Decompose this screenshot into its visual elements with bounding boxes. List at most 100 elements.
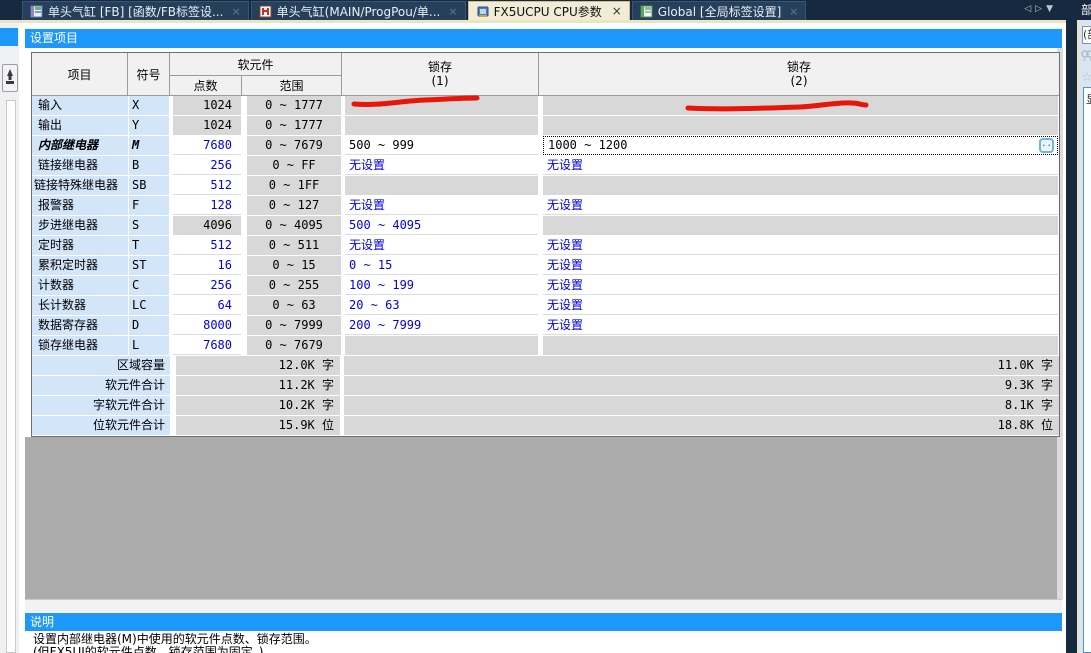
points-cell[interactable]: 128 [173,196,241,215]
latch1-cell[interactable]: 0 ~ 15 [345,256,538,275]
row-label: 数据寄存器 [32,316,128,335]
range-cell: 0 ~ 7999 [247,316,341,335]
row-label: 链接特殊继电器 [32,176,128,195]
settings-title-text: 设置项目 [30,31,78,45]
global-label-icon [640,5,654,18]
latch2-cell [543,336,1058,355]
tab-label: FX5UCPU CPU参数 [494,3,602,20]
points-cell: 4096 [173,216,241,235]
row-label: 锁存继电器 [32,336,128,355]
row-symbol: C [128,276,169,295]
latch-total: 11.0K 字 [344,356,1059,375]
tab-scroll-controls[interactable]: ◁▷▼ [1024,4,1057,14]
find-icon[interactable] [1081,49,1091,65]
latch1-cell[interactable]: 100 ~ 199 [345,276,538,295]
tab-label: Global [全局标签设置] [658,3,781,20]
points-cell[interactable]: 512 [173,236,241,255]
points-cell[interactable]: 7680 [173,336,241,355]
device-latch-table: 项目 符号 软元件 点数 范围 锁存 (1) 锁存 (2) 输入 X 1024 … [31,52,1060,437]
latch1-cell [345,336,538,355]
row-label: 输入 [32,96,128,115]
header-device: 软元件 点数 范围 [170,53,342,95]
table-row: 输出 Y 1024 0 ~ 1777 [32,116,1059,136]
tab-close-icon[interactable]: × [231,5,240,18]
latch1-cell[interactable]: 500 ~ 4095 [345,216,538,235]
row-label: 输出 [32,116,128,135]
row-symbol: Y [128,116,169,135]
points-cell: 1024 [173,96,241,115]
latch2-cell[interactable]: 无设置 [543,276,1058,295]
display-target-panel: 显 [1083,87,1091,653]
latch1-cell[interactable]: 无设置 [345,156,538,175]
latch2-cell[interactable]: 无设置 [543,256,1058,275]
tab-scroll-left-icon: ◁ [1024,4,1035,14]
left-panel-splitter[interactable] [6,100,16,653]
row-symbol: X [128,96,169,115]
tab-close-icon[interactable]: × [448,5,457,18]
row-label: 步进继电器 [32,216,128,235]
points-cell[interactable]: 256 [173,156,241,175]
row-symbol: SB [128,176,169,195]
points-cell[interactable]: 7680 [173,136,241,155]
latch1-cell[interactable]: 无设置 [345,236,538,255]
stamp-tool-button[interactable] [2,64,18,92]
tab-scroll-right-icon: ▷ [1035,4,1046,14]
table-row: 定时器 T 512 0 ~ 511 无设置 无设置 [32,236,1059,256]
favorites-star-icon[interactable]: ☆ [1081,70,1091,85]
element-selection-title: 部 [1079,0,1091,20]
points-cell: 1024 [173,116,241,135]
latch1-cell[interactable]: 20 ~ 63 [345,296,538,315]
table-row: 累积定时器 ST 16 0 ~ 15 0 ~ 15 无设置 [32,256,1059,276]
tab-cpu-parameter[interactable]: FX5UCPU CPU参数 × [468,1,630,20]
tab-close-icon[interactable]: × [789,5,798,18]
points-cell[interactable]: 256 [173,276,241,295]
header-points: 点数 [170,76,242,95]
latch2-cell[interactable]: 无设置 [543,316,1058,335]
table-row: 步进继电器 S 4096 0 ~ 4095 500 ~ 4095 [32,216,1059,236]
latch1-cell[interactable]: 无设置 [345,196,538,215]
row-symbol: F [128,196,169,215]
tab-fb-label-settings[interactable]: 单头气缸 [FB] [函数/FB标签设... × [22,1,249,20]
stamp-icon [5,68,15,89]
tab-global-label[interactable]: Global [全局标签设置] × [632,1,807,20]
range-cell: 0 ~ 127 [247,196,341,215]
horizontal-scrollbar[interactable] [25,599,1062,612]
tab-program-main[interactable]: 单头气缸(MAIN/ProgPou/单... × [251,1,466,20]
range-cell: 0 ~ 1777 [247,116,341,135]
range-cell: 0 ~ 15 [247,256,341,275]
fb-label-icon [30,5,44,18]
element-filter-input[interactable]: (部 [1082,26,1091,44]
table-row: 数据寄存器 D 8000 0 ~ 7999 200 ~ 7999 无设置 [32,316,1059,336]
latch2-cell[interactable]: 无设置 [543,236,1058,255]
points-cell[interactable]: 8000 [173,316,241,335]
summary-row: 字软元件合计 10.2K 字 8.1K 字 [32,396,1059,416]
points-cell[interactable]: 64 [173,296,241,315]
device-total: 11.2K 字 [176,376,340,395]
row-label: 链接继电器 [32,156,128,175]
latch1-cell[interactable]: 500 ~ 999 [345,136,538,155]
row-label: 累积定时器 [32,256,128,275]
header-device-title: 软元件 [170,53,341,76]
ellipsis-edit-button[interactable]: .. [1039,138,1054,153]
latch2-cell[interactable]: 无设置 [543,296,1058,315]
latch2-cell[interactable]: 无设置 [543,156,1058,175]
range-cell: 0 ~ 7679 [247,336,341,355]
tab-close-icon[interactable]: × [612,4,622,18]
row-symbol: T [128,236,169,255]
range-cell: 0 ~ FF [247,156,341,175]
description-title-text: 说明 [30,615,54,629]
table-row-internal-relay: 内部继电器 M 7680 0 ~ 7679 500 ~ 999 1000 ~ 1… [32,136,1059,156]
latch2-cell[interactable]: 无设置 [543,196,1058,215]
points-cell[interactable]: 512 [173,176,241,195]
docked-panel-corner [0,28,18,46]
points-cell[interactable]: 16 [173,256,241,275]
table-row: 链接特殊继电器 SB 512 0 ~ 1FF [32,176,1059,196]
description-section-title: 说明 [25,613,1062,631]
latch2-cell-selected[interactable]: 1000 ~ 1200 .. [543,136,1058,155]
latch1-cell[interactable]: 200 ~ 7999 [345,316,538,335]
row-label: 长计数器 [32,296,128,315]
latch-total: 18.8K 位 [344,416,1059,435]
range-cell: 0 ~ 7679 [247,136,341,155]
tab-label: 单头气缸(MAIN/ProgPou/单... [277,3,441,20]
summary-row: 区域容量 12.0K 字 11.0K 字 [32,356,1059,376]
